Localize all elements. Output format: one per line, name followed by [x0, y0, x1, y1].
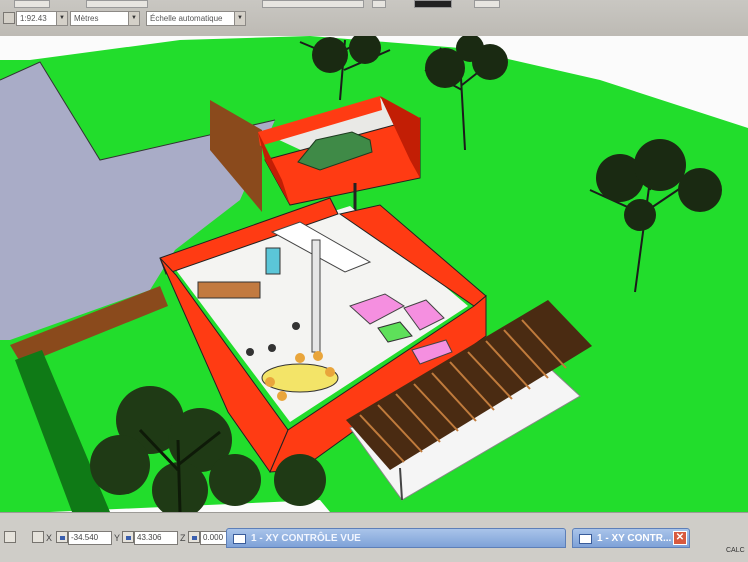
view-control-title: 1 - XY CONTRÔLE VUE	[251, 533, 361, 544]
snap-icon[interactable]	[4, 531, 16, 543]
toolbar-button[interactable]	[86, 0, 148, 8]
xy-control-title: 1 - XY CONTR...	[597, 533, 672, 544]
units-dropdown[interactable]: Mètres ▼	[70, 11, 140, 26]
y-label: Y	[114, 533, 121, 543]
3d-viewport[interactable]	[0, 36, 748, 512]
top-toolbar: 1:92.43 ▼ Mètres ▼ Échelle automatique ▼	[0, 0, 748, 36]
x-label: X	[46, 533, 53, 543]
interior-wall-2	[311, 239, 321, 353]
grid-icon[interactable]	[32, 531, 44, 543]
fridge	[265, 247, 281, 275]
chevron-down-icon[interactable]: ▼	[234, 12, 245, 25]
calc-label: CALC	[726, 547, 745, 554]
toolbar-button[interactable]	[14, 0, 50, 8]
x-coordinate-field[interactable]: -34.540	[68, 531, 112, 545]
kitchen-counter	[197, 281, 261, 299]
units-value: Mètres	[74, 14, 99, 23]
window-icon	[579, 534, 592, 544]
lock-icon[interactable]	[188, 531, 200, 543]
color-swatch[interactable]	[414, 0, 452, 8]
scale-dropdown[interactable]: 1:92.43 ▼	[16, 11, 68, 26]
toolbar-button[interactable]	[474, 0, 500, 8]
y-coordinate-field[interactable]: 43.306	[134, 531, 178, 545]
toolbar-button[interactable]	[372, 0, 386, 8]
scale-mode-value: Échelle automatique	[150, 14, 223, 23]
close-icon[interactable]: ✕	[673, 531, 687, 545]
z-label: Z	[180, 533, 186, 543]
toolbar-button[interactable]	[262, 0, 364, 8]
scene-drawing	[0, 36, 748, 512]
chevron-down-icon[interactable]: ▼	[128, 12, 139, 25]
scale-mode-dropdown[interactable]: Échelle automatique ▼	[146, 11, 246, 26]
scale-icon[interactable]	[3, 12, 15, 24]
view-control-palette[interactable]: 1 - XY CONTRÔLE VUE	[226, 528, 566, 548]
scale-value: 1:92.43	[20, 14, 47, 23]
chevron-down-icon[interactable]: ▼	[56, 12, 67, 25]
lock-icon[interactable]	[56, 531, 68, 543]
dining-table	[261, 363, 339, 393]
xy-control-palette[interactable]: 1 - XY CONTR... ✕	[572, 528, 690, 548]
lock-icon[interactable]	[122, 531, 134, 543]
window-icon	[233, 534, 246, 544]
